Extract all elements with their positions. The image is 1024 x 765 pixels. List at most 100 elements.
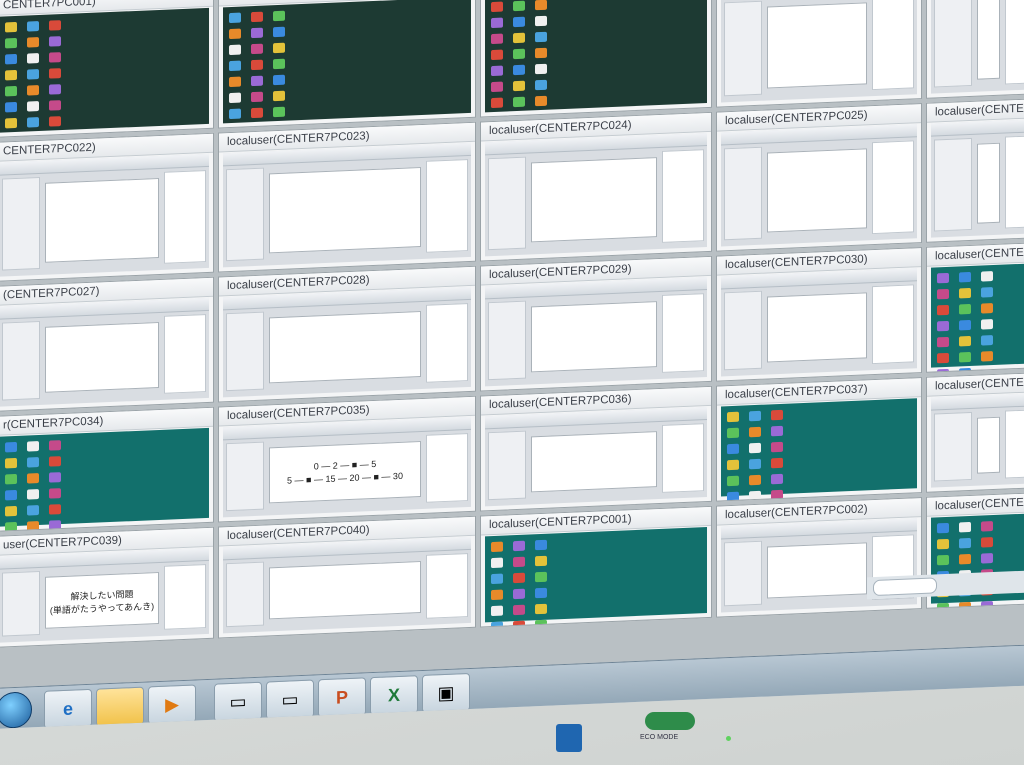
monitor-tile[interactable]: localuser(CENTER7PC038) <box>926 371 1024 493</box>
desktop-app-icon <box>27 521 39 532</box>
monitor-tile[interactable]: localuser(CENTER7PC019) <box>480 0 712 118</box>
monitor-tile[interactable]: (CENTER7PC027) <box>0 276 214 412</box>
desktop-icons <box>937 270 1007 373</box>
desktop-app-icon <box>749 474 761 486</box>
monitor-tile[interactable]: localuser(CENTER7PC005) <box>218 0 476 129</box>
side-panel <box>1005 134 1024 229</box>
tile-screen-preview <box>485 133 707 257</box>
slide-thumbnails-pane <box>724 540 762 607</box>
energy-star-logo <box>556 724 582 752</box>
desktop-app-icon <box>981 271 993 282</box>
monitor-tile[interactable]: localuser(CENTER7PC040) <box>218 515 476 639</box>
desktop-app-icon <box>771 425 783 437</box>
powerpoint-icon[interactable]: P <box>318 677 366 718</box>
desktop-app-icon <box>27 457 39 468</box>
monitor-tile[interactable]: localuser(CENTER7PC023) <box>218 121 476 273</box>
desktop-app-icon <box>491 33 503 45</box>
monitor-tile[interactable]: localuser(CENTER7PC024) <box>480 111 712 262</box>
media-player-icon[interactable]: ▶ <box>148 684 196 725</box>
desktop-app-icon <box>5 85 17 97</box>
desktop-app-icon <box>749 442 761 454</box>
monitor-tile[interactable]: CENTER7PC001) <box>0 0 214 138</box>
desktop-app-icon <box>937 320 949 332</box>
desktop-app-icon <box>535 95 547 107</box>
desktop-app-icon <box>251 59 263 71</box>
desktop-app-icon <box>5 117 17 129</box>
desktop-app-icon <box>273 26 285 38</box>
monitor-tile[interactable]: localuser(CENTER7PC036) <box>480 385 712 512</box>
desktop-app-icon <box>49 84 61 95</box>
tile-screen-preview <box>931 262 1024 373</box>
monitor-tile[interactable]: user(CENTER7PC039) 解決したい問題 (単語がたうやってあんき) <box>0 526 214 648</box>
desktop-app-icon <box>981 303 993 314</box>
slide-canvas <box>45 178 159 263</box>
desktop-app-icon <box>959 351 971 363</box>
monitor-tile[interactable]: localuser(CENTER7PC020) <box>716 0 922 108</box>
side-panel <box>164 314 206 394</box>
monitor-tile[interactable]: localuser(CENTER7PC021) <box>926 0 1024 99</box>
desktop-app-icon <box>749 458 761 470</box>
desktop-app-icon <box>959 521 971 533</box>
desktop-app-icon <box>771 489 783 501</box>
monitor-tile[interactable]: r(CENTER7PC034) <box>0 406 214 532</box>
screen-share-icon[interactable]: ▣ <box>422 672 470 713</box>
tile-screen-preview <box>721 0 917 103</box>
tile-screen-preview <box>485 407 707 507</box>
desktop-app-icon <box>5 37 17 49</box>
slide-thumbnails-pane <box>488 300 526 381</box>
internet-explorer-icon[interactable]: e <box>44 688 92 729</box>
desktop-app-icon <box>5 521 17 532</box>
monitor-tile[interactable]: localuser(CENTER7PC028) <box>218 265 476 403</box>
monitor-tile[interactable]: localuser(CENTER7PC029) <box>480 255 712 392</box>
desktop-app-icon <box>535 603 547 615</box>
desktop-app-icon <box>959 367 971 373</box>
slide-canvas <box>767 2 867 89</box>
excel-icon[interactable]: X <box>370 675 418 716</box>
desktop-app-icon <box>27 473 39 484</box>
desktop-app-icon <box>937 554 949 566</box>
monitor-icon[interactable]: ▭ <box>266 679 314 720</box>
monitor-tile[interactable]: localuser(CENTER7PC035) 0 — 2 — ■ — 5 5 —… <box>218 395 476 523</box>
desktop-app-icon <box>513 96 525 108</box>
start-button[interactable] <box>0 691 32 729</box>
monitor-tile[interactable]: localuser(CENTER7PC002) <box>716 497 922 618</box>
tile-screen-preview <box>931 0 1024 94</box>
desktop-app-icon <box>937 368 949 373</box>
file-explorer-icon[interactable] <box>96 686 144 727</box>
desktop-app-icon <box>491 97 503 109</box>
monitor-tile[interactable]: localuser(CENTER7PC037) <box>716 377 922 502</box>
slide-canvas <box>269 561 421 620</box>
side-panel <box>662 293 704 373</box>
monitor-tile[interactable]: localuser(CENTER7PC030) <box>716 247 922 382</box>
slide-thumbnails-pane <box>226 561 264 628</box>
tile-screen-preview <box>485 0 707 113</box>
desktop-icons <box>491 0 561 109</box>
desktop-app-icon <box>535 79 547 91</box>
desktop-app-icon <box>27 69 39 80</box>
desktop-app-icon <box>513 572 525 584</box>
eco-mode-badge <box>645 712 695 730</box>
slide-canvas <box>45 322 159 393</box>
desktop-app-icon <box>491 1 503 13</box>
desktop-app-icon <box>251 11 263 23</box>
desktop-app-icon <box>749 410 761 422</box>
desktop-app-icon <box>535 619 547 628</box>
slide-canvas <box>269 167 421 254</box>
side-panel <box>1005 408 1024 479</box>
desktop-app-icon <box>981 601 993 609</box>
remote-desktop-icon[interactable]: ▭ <box>214 681 262 722</box>
slide-thumbnails-pane <box>934 0 972 88</box>
monitor-tile[interactable]: CENTER7PC022) <box>0 132 214 282</box>
desktop-app-icon <box>273 106 285 118</box>
monitor-tile[interactable]: localuser(CENTER7PC026) <box>926 97 1024 243</box>
desktop-app-icon <box>959 601 971 609</box>
desktop-app-icon <box>5 441 17 453</box>
tile-screen-preview <box>721 398 917 502</box>
monitor-tile[interactable]: localuser(CENTER7PC025) <box>716 103 922 252</box>
tile-screen-preview <box>485 277 707 387</box>
search-box[interactable] <box>873 577 937 597</box>
slide-canvas: 0 — 2 — ■ — 5 5 — ■ — 15 — 20 — ■ — 30 <box>269 441 421 504</box>
tile-screen-preview <box>721 268 917 377</box>
monitor-tile[interactable]: localuser(CENTER7PC001) <box>480 505 712 628</box>
monitor-tile[interactable]: localuser(CENTER7PC033) <box>926 241 1024 373</box>
